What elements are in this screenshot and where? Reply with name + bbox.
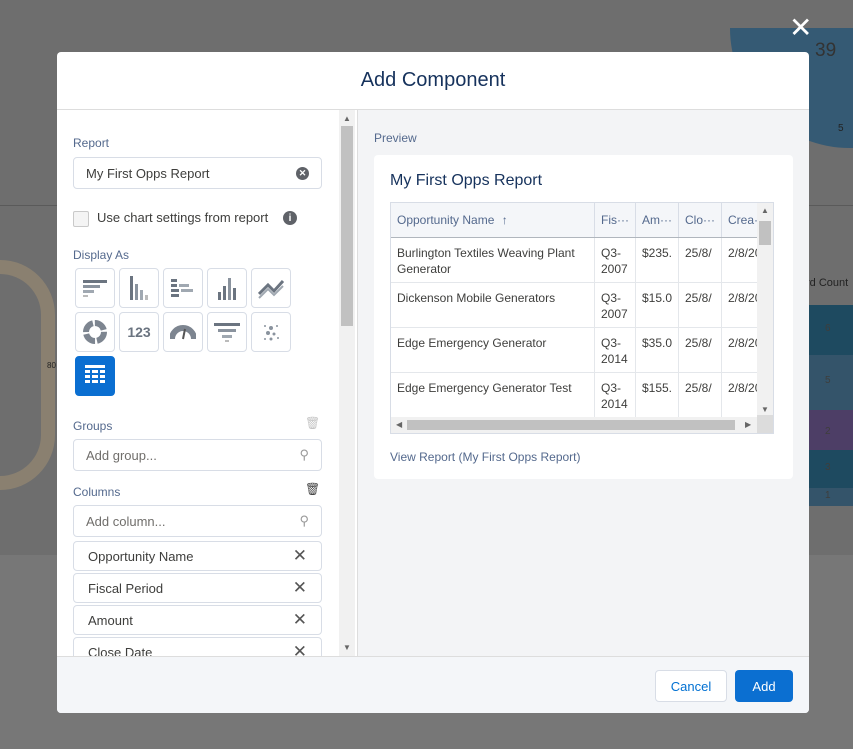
close-icon[interactable]: ✕ xyxy=(789,14,812,42)
table-row: Burlington Textiles Weaving Plant Genera… xyxy=(391,237,773,283)
table-cell: Q3-2014 xyxy=(594,327,636,373)
stacked-vertical-bar-icon[interactable] xyxy=(207,268,247,308)
bar: 3 xyxy=(809,450,853,488)
modal-footer: Cancel Add xyxy=(57,656,809,713)
delete-columns-icon[interactable]: 🗑 xyxy=(305,482,320,496)
table-cell: $235. xyxy=(635,237,680,283)
search-icon: ⚲ xyxy=(299,447,309,462)
donut-icon[interactable] xyxy=(75,312,115,352)
preview-title: My First Opps Report xyxy=(390,172,543,189)
report-label: Report xyxy=(73,136,110,150)
header-label: Opportunity Name xyxy=(397,212,495,227)
remove-icon[interactable]: ✕ xyxy=(293,642,307,656)
remove-icon[interactable]: ✕ xyxy=(293,546,307,566)
columns-label: Columns xyxy=(73,485,121,499)
metric-icon-label: 123 xyxy=(127,324,151,340)
column-header[interactable]: Fis··· xyxy=(594,203,636,238)
column-chip[interactable]: Fiscal Period ✕ xyxy=(73,573,322,603)
preview-label: Preview xyxy=(374,131,417,145)
search-icon: ⚲ xyxy=(299,513,309,528)
add-column-input[interactable]: Add column... ⚲ xyxy=(73,505,322,537)
chart-settings-label: Use chart settings from report xyxy=(97,210,269,225)
add-group-placeholder: Add group... xyxy=(86,447,157,463)
axis-label: rd Count xyxy=(806,277,849,289)
table-row: Edge Emergency Generator Q3-2014 $35.0 25/8… xyxy=(391,327,773,373)
report-value: My First Opps Report xyxy=(86,165,210,181)
table-vertical-scrollbar[interactable]: ▲ ▼ xyxy=(757,203,773,417)
horizontal-bar-icon[interactable] xyxy=(75,268,115,308)
table-cell: Q3-2014 xyxy=(594,372,636,418)
bar-label: 3 xyxy=(825,462,831,473)
table-icon[interactable] xyxy=(75,356,115,396)
column-chip[interactable]: Close Date ✕ xyxy=(73,637,322,656)
bar-label: 1 xyxy=(825,490,831,501)
table-cell: $155. xyxy=(635,372,680,418)
info-icon[interactable]: i xyxy=(283,211,297,225)
preview-table: Opportunity Name ↑ Fis··· Am··· Clo··· C… xyxy=(390,202,774,434)
column-header[interactable]: Am··· xyxy=(635,203,680,238)
column-name: Fiscal Period xyxy=(88,580,164,596)
cancel-button[interactable]: Cancel xyxy=(655,670,727,702)
bar-label: 6 xyxy=(825,323,831,334)
table-cell: $35.0 xyxy=(635,327,680,373)
table-cell: Edge Emergency Generator xyxy=(391,327,595,373)
background-donut xyxy=(0,260,55,490)
clear-icon[interactable]: ✕ xyxy=(296,166,309,180)
line-chart-icon[interactable] xyxy=(251,268,291,308)
column-name: Amount xyxy=(88,612,133,628)
table-cell: 25/8/ xyxy=(678,327,722,373)
column-chip[interactable]: Opportunity Name ✕ xyxy=(73,541,322,571)
column-header[interactable]: Clo··· xyxy=(678,203,722,238)
settings-panel: Report My First Opps Report ✕ Use chart … xyxy=(57,110,357,656)
bar: 5 xyxy=(809,355,853,410)
report-input[interactable]: My First Opps Report ✕ xyxy=(73,157,322,189)
gauge-icon[interactable] xyxy=(163,312,203,352)
table-cell: 25/8/ xyxy=(678,282,722,328)
table-cell: $15.0 xyxy=(635,282,680,328)
vertical-bar-icon[interactable] xyxy=(119,268,159,308)
column-chip[interactable]: Amount ✕ xyxy=(73,605,322,635)
bar-label: 5 xyxy=(825,375,831,386)
column-header[interactable]: Opportunity Name ↑ xyxy=(391,203,595,238)
remove-icon[interactable]: ✕ xyxy=(293,610,307,630)
preview-panel: Preview My First Opps Report Opportunity… xyxy=(357,110,809,656)
preview-card: My First Opps Report Opportunity Name ↑ … xyxy=(374,155,793,479)
bar: 6 xyxy=(809,305,853,355)
add-component-modal: Add Component Report My First Opps Repor… xyxy=(57,52,809,713)
settings-scrollbar[interactable]: ▲ ▼ xyxy=(339,110,355,656)
table-cell: Dickenson Mobile Generators xyxy=(391,282,595,328)
table-cell: Q3-2007 xyxy=(594,237,636,283)
table-row: Edge Emergency Generator Test Q3-2014 $155… xyxy=(391,372,773,418)
donut-label: 80 xyxy=(47,361,56,370)
metric-icon[interactable]: 123 xyxy=(119,312,159,352)
table-cell: Burlington Textiles Weaving Plant Genera… xyxy=(391,237,595,283)
bar: 2 xyxy=(809,410,853,450)
table-cell: Edge Emergency Generator Test xyxy=(391,372,595,418)
view-report-link[interactable]: View Report (My First Opps Report) xyxy=(390,450,581,464)
metric-value: 39 xyxy=(815,40,837,61)
stacked-horizontal-bar-icon[interactable] xyxy=(163,268,203,308)
table-cell: Q3-2007 xyxy=(594,282,636,328)
add-button[interactable]: Add xyxy=(735,670,793,702)
scatter-icon[interactable] xyxy=(251,312,291,352)
add-column-placeholder: Add column... xyxy=(86,513,166,529)
add-group-input[interactable]: Add group... ⚲ xyxy=(73,439,322,471)
table-horizontal-scrollbar[interactable]: ◀ ▶ xyxy=(391,417,759,433)
chart-settings-checkbox[interactable] xyxy=(73,211,89,227)
column-name: Close Date xyxy=(88,644,153,657)
table-cell: 25/8/ xyxy=(678,372,722,418)
column-name: Opportunity Name xyxy=(88,548,194,564)
table-row: Dickenson Mobile Generators Q3-2007 $15.0 2… xyxy=(391,282,773,328)
display-as-label: Display As xyxy=(73,248,130,262)
bar-label: 2 xyxy=(825,426,831,437)
donut-label: 5 xyxy=(838,123,844,134)
bar: 1 xyxy=(809,488,853,506)
funnel-icon[interactable] xyxy=(207,312,247,352)
table-cell: 25/8/ xyxy=(678,237,722,283)
groups-label: Groups xyxy=(73,419,113,433)
delete-groups-icon[interactable]: 🗑 xyxy=(305,416,320,430)
modal-title: Add Component xyxy=(57,52,809,110)
sort-arrow-icon: ↑ xyxy=(501,212,508,227)
remove-icon[interactable]: ✕ xyxy=(293,578,307,598)
